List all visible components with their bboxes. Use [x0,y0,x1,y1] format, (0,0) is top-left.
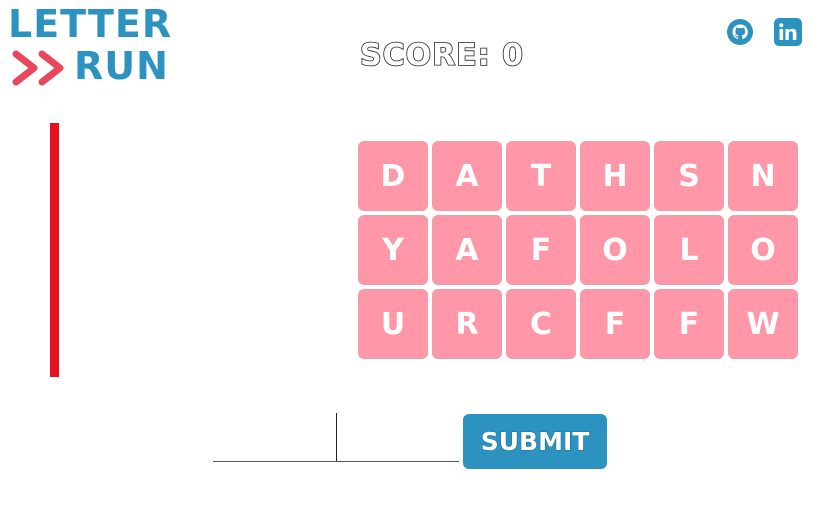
score-display: SCORE: 0 [359,37,525,74]
letter-tile[interactable]: L [654,215,724,285]
letter-tile[interactable]: U [358,289,428,359]
letter-tile[interactable]: F [580,289,650,359]
letter-tile[interactable]: O [580,215,650,285]
submit-button[interactable]: SUBMIT [463,414,607,469]
logo-text-letter: LETTER [8,2,173,46]
letter-tile[interactable]: C [506,289,576,359]
double-chevron-right-icon [12,50,64,86]
timer-bar [50,123,59,377]
letter-tile[interactable]: H [580,141,650,211]
letter-tile[interactable]: A [432,215,502,285]
text-caret [336,413,337,461]
letter-tile[interactable]: S [654,141,724,211]
linkedin-icon[interactable] [774,18,802,46]
letter-tile[interactable]: A [432,141,502,211]
letter-tile[interactable]: O [728,215,798,285]
letter-tile[interactable]: F [506,215,576,285]
logo-text-run: RUN [74,44,169,88]
letter-tile[interactable]: Y [358,215,428,285]
letter-tile[interactable]: T [506,141,576,211]
game-page: LETTER RUN SCORE: 0 D A T H S N Y A F O … [0,0,820,508]
letter-tile[interactable]: F [654,289,724,359]
github-icon[interactable] [726,18,754,46]
letter-run-logo: LETTER RUN [8,2,188,92]
letter-tile[interactable]: W [728,289,798,359]
letter-tile[interactable]: N [728,141,798,211]
letter-tile[interactable]: R [432,289,502,359]
letter-tile[interactable]: D [358,141,428,211]
letter-grid: D A T H S N Y A F O L O U R C F F W [358,141,800,359]
